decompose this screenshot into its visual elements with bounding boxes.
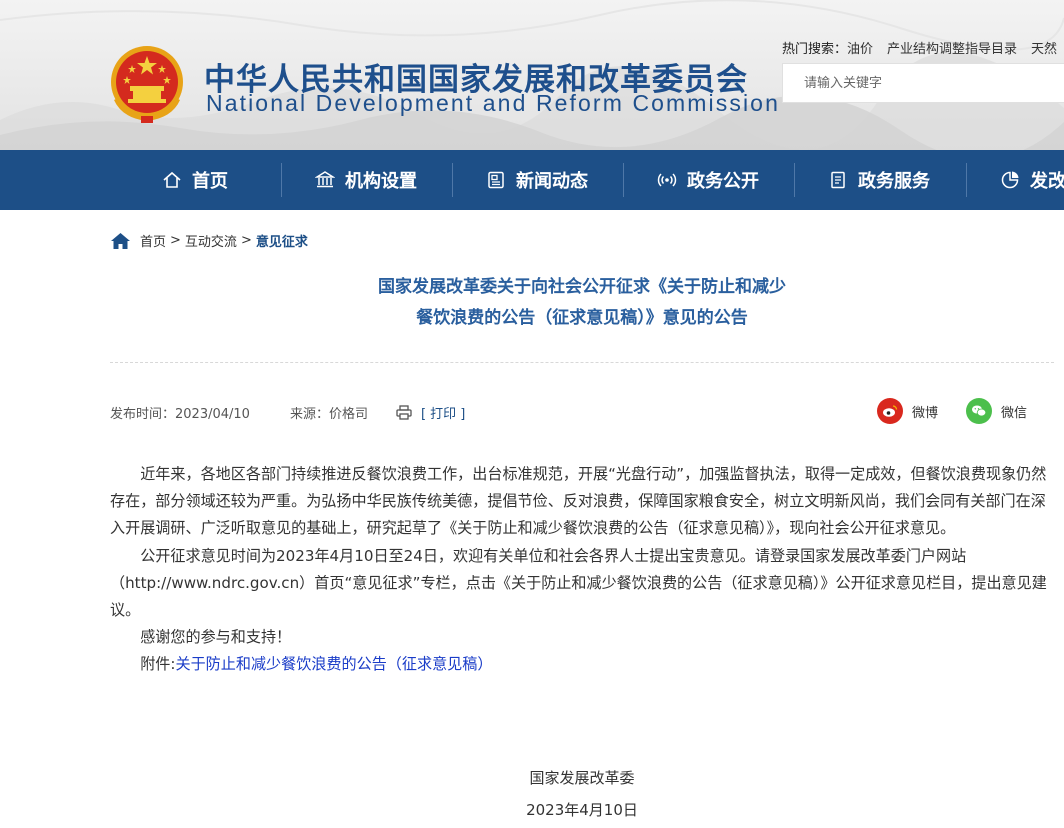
ndrc-website-link[interactable]: http://www.ndrc.gov.cn xyxy=(125,574,299,592)
nav-divider xyxy=(794,163,795,197)
nav-item-label: 政务公开 xyxy=(687,171,759,192)
share-wechat-label: 微信 xyxy=(1001,405,1028,421)
nav-item-gov-affairs-open[interactable]: 政务公开 xyxy=(657,150,759,210)
nav-item-development-reform[interactable]: 发改 xyxy=(1000,150,1064,210)
hot-search: 热门搜索：油价 产业结构调整指导目录 天然 xyxy=(782,38,1064,57)
weibo-icon xyxy=(877,398,903,424)
hot-search-link-industry-catalog[interactable]: 产业结构调整指导目录 xyxy=(887,42,1017,57)
nav-item-gov-services[interactable]: 政务服务 xyxy=(828,150,930,210)
hot-search-link-natural-gas[interactable]: 天然 xyxy=(1031,42,1057,57)
signature-date: 2023年4月10日 xyxy=(526,801,638,819)
article-source: 来源：价格司 xyxy=(289,407,368,422)
breadcrumb-current[interactable]: 意见征求 xyxy=(256,231,308,250)
signature-org: 国家发展改革委 xyxy=(529,769,635,787)
broadcast-icon xyxy=(657,173,677,187)
paragraph: 感谢您的参与和支持！ xyxy=(140,628,292,647)
nav-item-label: 首页 xyxy=(192,171,228,192)
share-weibo-button[interactable]: 微博 xyxy=(877,398,938,424)
article-title: 国家发展改革委关于向社会公开征求《关于防止和减少 餐饮浪费的公告（征求意见稿）》… xyxy=(110,272,1054,334)
nav-divider xyxy=(966,163,967,197)
pie-chart-icon xyxy=(1001,171,1019,189)
article-title-line: 国家发展改革委关于向社会公开征求《关于防止和减少 xyxy=(378,277,786,297)
article-title-line: 餐饮浪费的公告（征求意见稿）》意见的公告 xyxy=(416,308,748,328)
home-icon[interactable] xyxy=(110,232,131,250)
paragraph: 近年来，各地区各部门持续推进反餐饮浪费工作，出台标准规范，开展“光盘行动”，加强… xyxy=(110,465,1047,538)
institution-icon xyxy=(315,171,335,188)
breadcrumb-home[interactable]: 首页 xyxy=(140,231,166,250)
paragraph: 公开征求意见时间为2023年4月10日至24日，欢迎有关单位和社会各界人士提出宝… xyxy=(110,543,1056,625)
nav-divider xyxy=(623,163,624,197)
breadcrumb-separator: > xyxy=(240,233,252,248)
nav-item-label: 新闻动态 xyxy=(516,171,588,192)
share-wechat-button[interactable]: 微信 xyxy=(966,398,1027,424)
share-weibo-label: 微博 xyxy=(912,405,939,421)
nav-item-label: 发改 xyxy=(1030,171,1064,192)
breadcrumb-interaction[interactable]: 互动交流 xyxy=(185,231,237,250)
document-icon xyxy=(831,171,845,189)
title-divider xyxy=(110,362,1054,363)
publish-time: 发布时间：2023/04/10 xyxy=(110,407,250,422)
main-nav: 首页 机构设置 新闻动态 政务公开 政务服务 发改 xyxy=(0,150,1064,210)
breadcrumb: 首页 > 互动交流 > 意见征求 xyxy=(110,231,308,250)
wechat-icon xyxy=(966,398,992,424)
national-emblem xyxy=(111,46,183,123)
article-meta: 发布时间：2023/04/10 来源：价格司 [ 打印 ] xyxy=(110,403,465,422)
attachment-link[interactable]: 关于防止和减少餐饮浪费的公告（征求意见稿） xyxy=(175,655,492,673)
print-label: [ 打印 ] xyxy=(420,407,466,422)
site-title-en: National Development and Reform Commissi… xyxy=(206,90,780,116)
site-header: 中华人民共和国国家发展和改革委员会 National Development a… xyxy=(0,0,1064,150)
hot-search-label: 热门搜索： xyxy=(782,42,848,57)
nav-item-news[interactable]: 新闻动态 xyxy=(486,150,588,210)
article-body: 近年来，各地区各部门持续推进反餐饮浪费工作，出台标准规范，开展“光盘行动”，加强… xyxy=(110,461,1056,679)
attachment-paragraph: 附件:关于防止和减少餐饮浪费的公告（征求意见稿） xyxy=(110,651,1056,678)
attachment-label: 附件: xyxy=(140,655,176,674)
home-icon xyxy=(163,171,181,188)
nav-item-institutions[interactable]: 机构设置 xyxy=(315,150,417,210)
search-input[interactable] xyxy=(783,64,1064,102)
breadcrumb-separator: > xyxy=(170,233,181,248)
nav-item-label: 政务服务 xyxy=(858,171,930,192)
search-box xyxy=(782,63,1064,103)
hot-search-link-oil-price[interactable]: 油价 xyxy=(847,42,873,57)
nav-divider xyxy=(452,163,453,197)
printer-icon xyxy=(396,405,412,420)
print-button[interactable]: [ 打印 ] xyxy=(396,403,465,422)
nav-item-label: 机构设置 xyxy=(345,171,417,192)
news-icon xyxy=(488,171,504,189)
nav-item-home[interactable]: 首页 xyxy=(162,150,228,210)
nav-divider xyxy=(281,163,282,197)
